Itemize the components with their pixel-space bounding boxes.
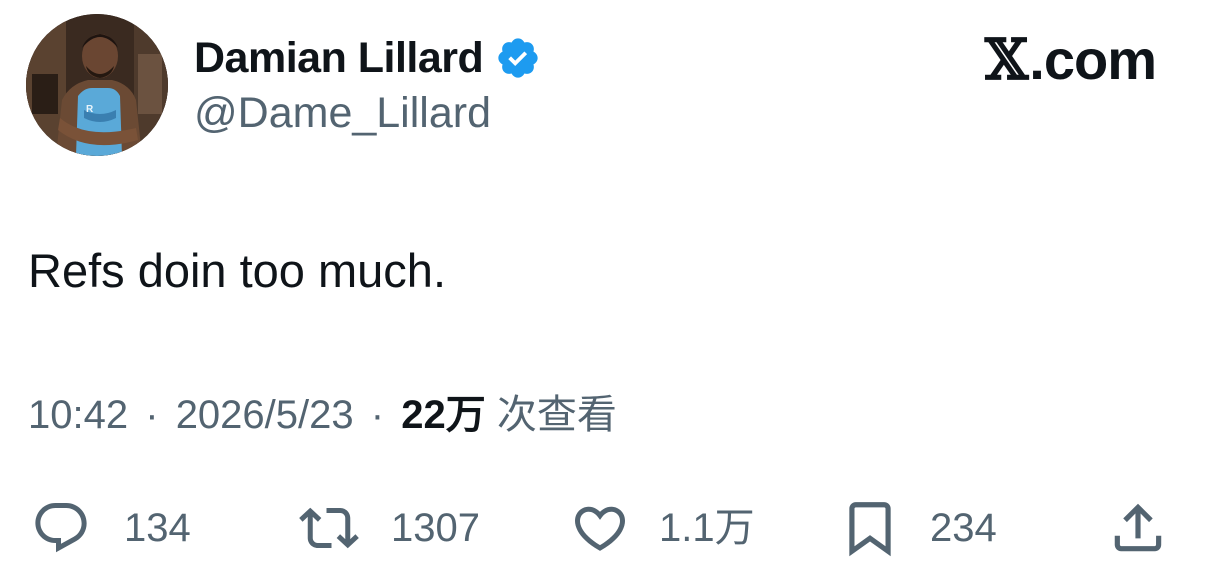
repost-icon [299, 507, 359, 549]
author-handle[interactable]: @Dame_Lillard [194, 89, 491, 137]
author-display-name[interactable]: Damian Lillard [194, 36, 484, 80]
avatar-image: R [26, 14, 168, 156]
brand-domain: .com [1029, 28, 1157, 91]
like-button[interactable]: 1.1万 [567, 496, 755, 560]
views-label: 次查看 [496, 393, 617, 437]
heart-icon [574, 506, 626, 551]
share-button[interactable] [1106, 496, 1170, 560]
reply-count: 134 [124, 506, 191, 550]
reply-button[interactable]: 134 [28, 496, 191, 560]
repost-count: 1307 [391, 506, 480, 550]
tweet-text: Refs doin too much. [28, 244, 446, 297]
views-count: 22万 [401, 393, 486, 437]
svg-text:R: R [86, 104, 94, 115]
verified-badge-icon [495, 35, 541, 81]
brand-logo: 𝕏 .com [984, 27, 1157, 93]
author-name-row: Damian Lillard [194, 30, 541, 86]
avatar[interactable]: R [26, 14, 168, 156]
tweet-meta: 10:42 · 2026/5/23 · 22万 次查看 [28, 391, 617, 439]
bookmark-icon [849, 502, 891, 557]
bookmark-count: 234 [930, 506, 997, 550]
repost-button[interactable]: 1307 [293, 496, 480, 560]
action-bar: 134 1307 1.1万 234 [0, 496, 1206, 560]
meta-separator: · [370, 393, 385, 437]
tweet-card: R Damian Lillard @Dame_Lillard 𝕏 .com Re… [0, 0, 1206, 581]
reply-icon [35, 503, 87, 553]
like-count: 1.1万 [659, 506, 755, 550]
meta-separator: · [145, 393, 159, 437]
tweet-time[interactable]: 10:42 [28, 393, 128, 437]
tweet-date[interactable]: 2026/5/23 [176, 393, 354, 437]
share-icon [1114, 503, 1162, 552]
bookmark-button[interactable]: 234 [838, 496, 997, 560]
x-logo-icon: 𝕏 [984, 27, 1028, 93]
